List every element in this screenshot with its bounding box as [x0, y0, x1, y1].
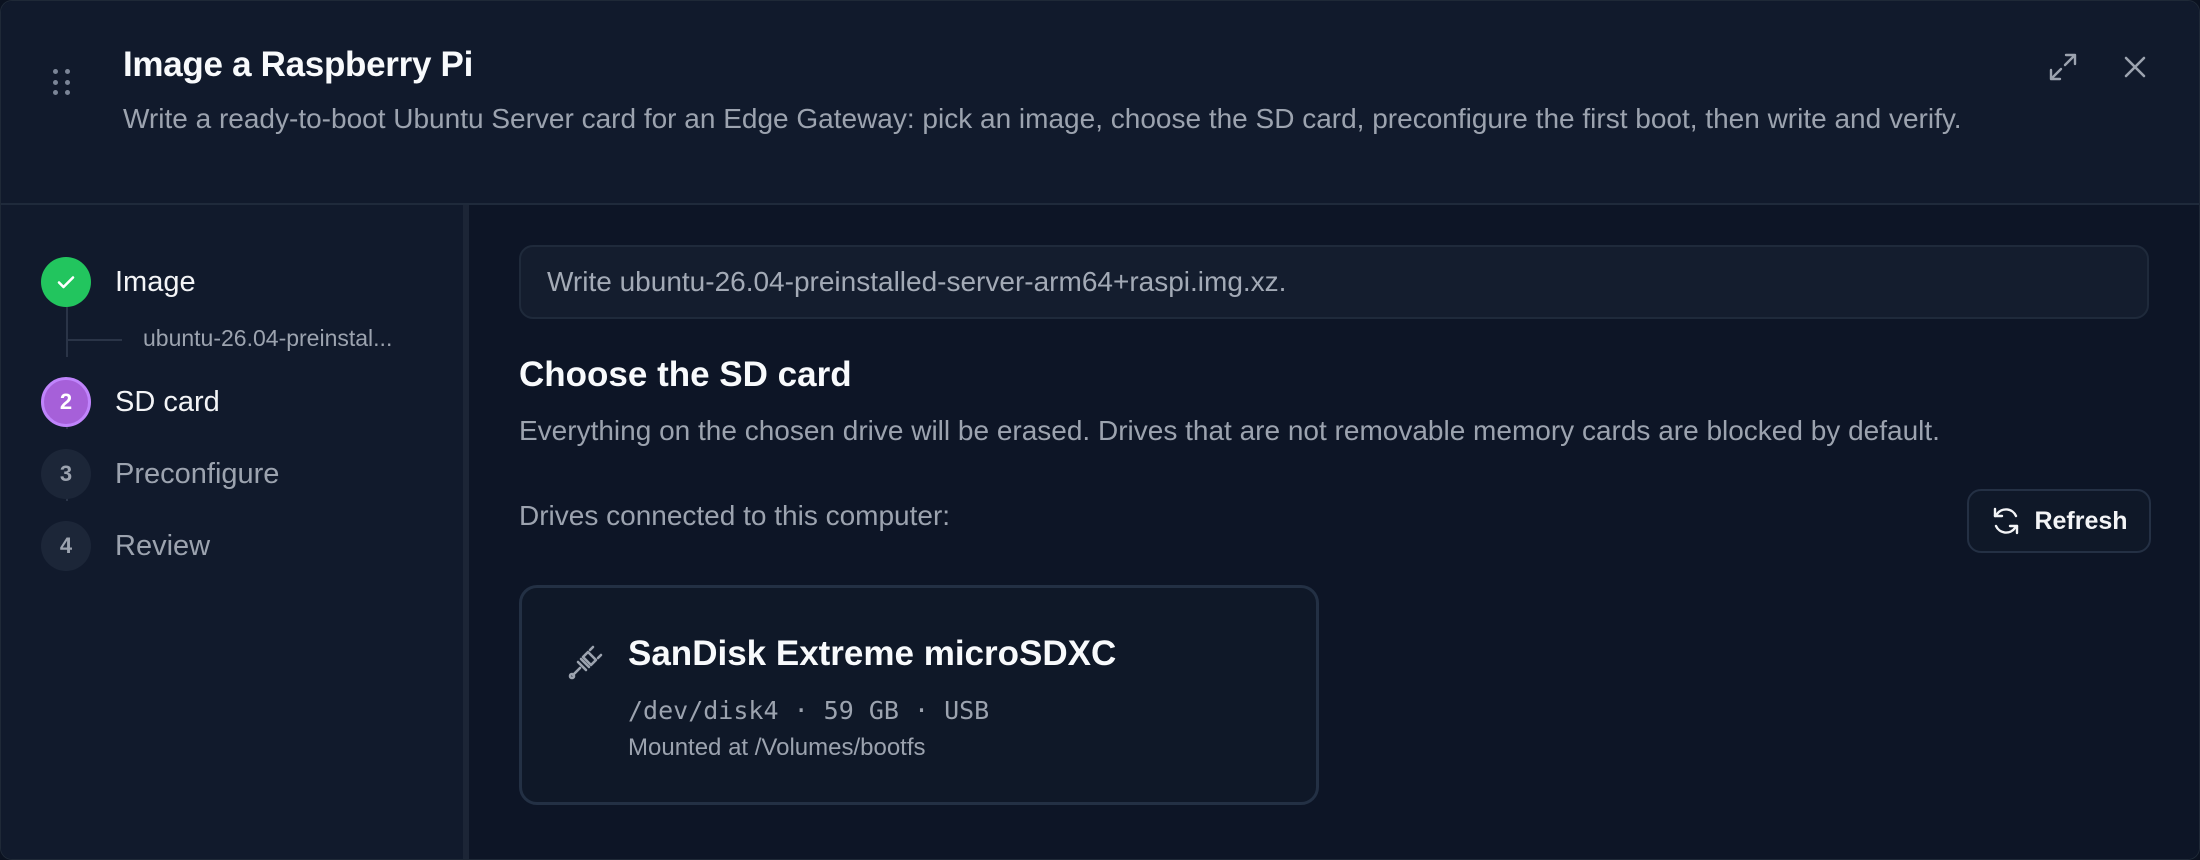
step-label: Image	[115, 265, 196, 298]
step-image-detail: ubuntu-26.04-preinstal...	[143, 325, 393, 351]
image-notice: Write ubuntu-26.04-preinstalled-server-a…	[519, 245, 2149, 319]
step-label: SD card	[115, 385, 220, 418]
drive-name: SanDisk Extreme microSDXC	[628, 634, 1117, 673]
section-description: Everything on the chosen drive will be e…	[519, 415, 1940, 446]
dialog-title: Image a Raspberry Pi	[123, 45, 473, 84]
main-content: Write ubuntu-26.04-preinstalled-server-a…	[469, 205, 2199, 859]
dialog-subtitle: Write a ready-to-boot Ubuntu Server card…	[123, 103, 1962, 134]
refresh-icon	[1994, 507, 2019, 535]
step-image[interactable]: Image	[41, 257, 196, 307]
drag-handle-icon[interactable]	[53, 69, 71, 97]
step-review[interactable]: 4 Review	[41, 521, 210, 571]
close-icon	[2124, 56, 2146, 78]
step-connector	[66, 307, 68, 357]
checkmark-icon	[57, 276, 75, 289]
section-title: Choose the SD card	[519, 355, 852, 394]
drive-details: /dev/disk4 · 59 GB · USB	[628, 696, 990, 725]
step-detail-connector	[68, 339, 122, 341]
step-number-badge: 4	[41, 521, 91, 571]
step-label: Review	[115, 529, 211, 562]
step-number-badge: 3	[41, 449, 91, 499]
expand-icon	[2049, 53, 2077, 81]
drive-mount-point: Mounted at /Volumes/bootfs	[628, 734, 926, 761]
close-button[interactable]	[2117, 49, 2153, 85]
step-number-badge: 2	[41, 377, 91, 427]
refresh-label: Refresh	[2034, 506, 2128, 535]
dialog-header: Image a Raspberry Pi Write a ready-to-bo…	[1, 1, 2199, 205]
step-sd-card[interactable]: 2 SD card	[41, 377, 220, 427]
image-notice-text: Write ubuntu-26.04-preinstalled-server-a…	[547, 266, 1287, 297]
expand-button[interactable]	[2045, 49, 2081, 85]
refresh-button[interactable]: Refresh	[1967, 489, 2151, 553]
step-label: Preconfigure	[115, 457, 280, 490]
stepper-sidebar: Image ubuntu-26.04-preinstal... 2 SD car…	[1, 205, 469, 859]
step-preconfigure[interactable]: 3 Preconfigure	[41, 449, 279, 499]
usb-plug-icon	[568, 645, 603, 680]
drives-label: Drives connected to this computer:	[519, 500, 951, 531]
image-raspberry-pi-dialog: Image a Raspberry Pi Write a ready-to-bo…	[0, 0, 2200, 860]
drive-card[interactable]: SanDisk Extreme microSDXC /dev/disk4 · 5…	[519, 585, 1319, 805]
step-complete-badge	[41, 257, 91, 307]
